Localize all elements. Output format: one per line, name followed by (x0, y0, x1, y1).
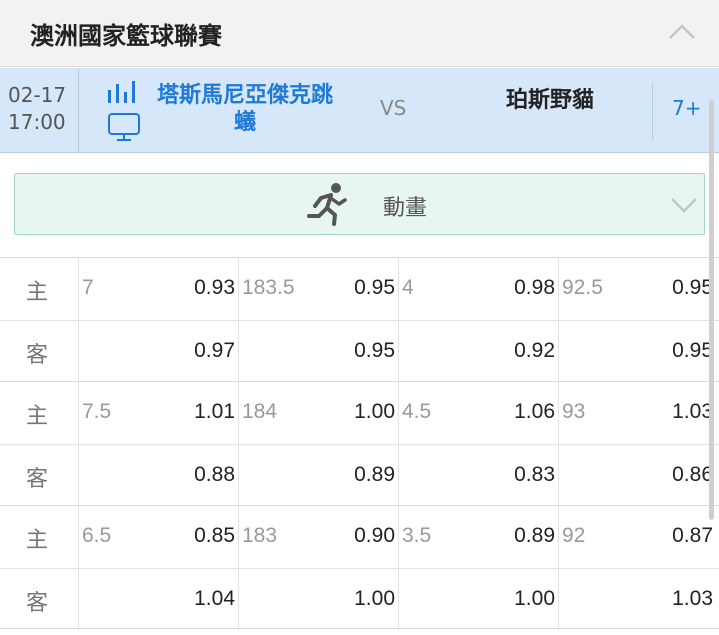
total-points-value: 183.5 (242, 276, 295, 299)
divider (652, 82, 653, 140)
handicap-value: 7.5 (82, 400, 112, 423)
odds-group: 主 7 0.93 183.5 0.95 4 0.98 92.5 0.95 客 0… (0, 257, 719, 382)
league-header[interactable]: 澳洲國家籃球聯賽 (0, 0, 719, 67)
match-datetime: 02-17 17:00 (8, 82, 74, 136)
odds-cell[interactable]: 1.03 (672, 400, 713, 424)
odds-cell[interactable]: 0.93 (194, 276, 235, 300)
runner-icon (307, 183, 347, 226)
home-odds-row: 主 6.5 0.85 183 0.90 3.5 0.89 92 0.87 (0, 506, 719, 568)
home-label: 主 (26, 528, 49, 553)
odds-cell[interactable]: 0.95 (354, 339, 395, 363)
more-markets-button[interactable]: 7+ (672, 96, 701, 120)
stats-icon[interactable] (107, 80, 141, 104)
home-label: 主 (26, 404, 49, 429)
total-points-value: 93 (562, 400, 586, 423)
handicap-value: 7 (82, 276, 94, 299)
live-tv-icon[interactable] (107, 112, 141, 142)
away-label: 客 (26, 591, 49, 616)
handicap-value: 4 (402, 276, 414, 299)
match-time: 17:00 (8, 110, 66, 134)
odds-table: 主 7 0.93 183.5 0.95 4 0.98 92.5 0.95 客 0… (0, 257, 719, 630)
odds-cell[interactable]: 0.95 (672, 339, 713, 363)
odds-group: 主 6.5 0.85 183 0.90 3.5 0.89 92 0.87 客 1… (0, 505, 719, 630)
odds-cell[interactable]: 0.95 (354, 276, 395, 300)
total-points-value: 184 (242, 400, 278, 423)
odds-cell[interactable]: 0.98 (514, 276, 555, 300)
away-odds-row: 客 0.88 0.89 0.83 0.86 (0, 444, 719, 506)
away-label: 客 (26, 343, 49, 368)
away-label: 客 (26, 467, 49, 492)
odds-cell[interactable]: 1.00 (354, 400, 395, 424)
handicap-value: 6.5 (82, 524, 112, 547)
odds-cell[interactable]: 1.03 (672, 587, 713, 611)
odds-cell[interactable]: 1.04 (194, 587, 235, 611)
odds-cell[interactable]: 0.85 (194, 524, 235, 548)
away-team-name[interactable]: 珀斯野貓 (490, 82, 610, 114)
away-odds-row: 客 1.04 1.00 1.00 1.03 (0, 568, 719, 630)
scrollbar[interactable] (709, 100, 714, 520)
handicap-value: 4.5 (402, 400, 432, 423)
odds-cell[interactable]: 0.88 (194, 463, 235, 487)
home-label: 主 (26, 280, 49, 305)
home-odds-row: 主 7.5 1.01 184 1.00 4.5 1.06 93 1.03 (0, 382, 719, 444)
odds-cell[interactable]: 0.83 (514, 463, 555, 487)
total-points-value: 183 (242, 524, 278, 547)
total-points-value: 92 (562, 524, 586, 547)
home-team-name[interactable]: 塔斯馬尼亞傑克跳蟻 (155, 82, 335, 136)
total-points-value: 92.5 (562, 276, 603, 299)
odds-group: 主 7.5 1.01 184 1.00 4.5 1.06 93 1.03 客 0… (0, 381, 719, 506)
odds-cell[interactable]: 1.00 (354, 587, 395, 611)
odds-cell[interactable]: 0.86 (672, 463, 713, 487)
odds-cell[interactable]: 1.00 (514, 587, 555, 611)
match-date: 02-17 (8, 83, 67, 107)
odds-cell[interactable]: 1.06 (514, 400, 555, 424)
away-odds-row: 客 0.97 0.95 0.92 0.95 (0, 320, 719, 382)
animation-label: 動畫 (383, 196, 428, 221)
odds-cell[interactable]: 0.90 (354, 524, 395, 548)
odds-cell[interactable]: 0.87 (672, 524, 713, 548)
match-row[interactable]: 02-17 17:00 塔斯馬尼亞傑克跳蟻 VS 珀斯野貓 7+ (0, 68, 719, 153)
league-title: 澳洲國家籃球聯賽 (30, 22, 222, 50)
chevron-up-icon[interactable] (667, 20, 697, 42)
home-odds-row: 主 7 0.93 183.5 0.95 4 0.98 92.5 0.95 (0, 258, 719, 320)
animation-button[interactable]: 動畫 (14, 173, 705, 235)
divider (78, 68, 79, 153)
odds-cell[interactable]: 1.01 (194, 400, 235, 424)
odds-cell[interactable]: 0.89 (354, 463, 395, 487)
odds-cell[interactable]: 0.97 (194, 339, 235, 363)
chevron-down-icon[interactable] (670, 196, 698, 214)
vs-label: VS (380, 96, 407, 120)
odds-cell[interactable]: 0.92 (514, 339, 555, 363)
handicap-value: 3.5 (402, 524, 432, 547)
odds-cell[interactable]: 0.95 (672, 276, 713, 300)
odds-cell[interactable]: 0.89 (514, 524, 555, 548)
